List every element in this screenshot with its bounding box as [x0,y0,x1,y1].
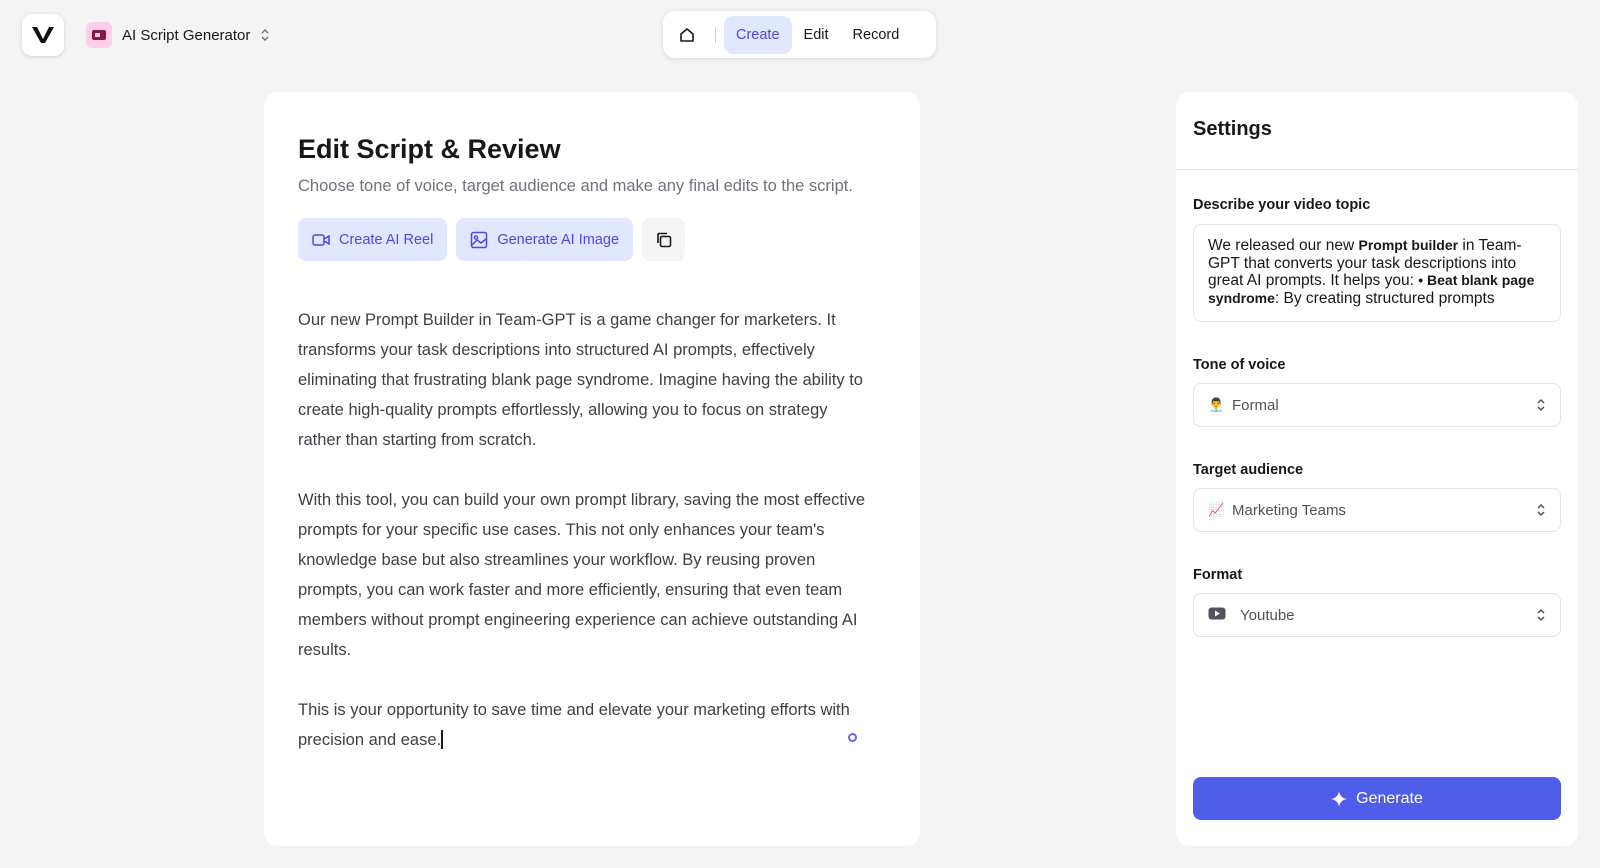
tab-record[interactable]: Record [841,16,912,54]
audience-label: Target audience [1193,462,1304,478]
home-button[interactable] [669,17,705,53]
format-select[interactable]: Youtube [1193,593,1561,637]
audience-select[interactable]: 📈 Marketing Teams [1193,488,1561,532]
settings-title: Settings [1176,92,1578,170]
create-ai-reel-button[interactable]: Create AI Reel [298,218,448,261]
generate-ai-image-button[interactable]: Generate AI Image [456,218,634,261]
youtube-icon [1208,607,1238,623]
tone-select[interactable]: 👨‍💼 Formal [1193,383,1561,427]
topic-text: We released our new [1208,237,1359,254]
audience-value: Marketing Teams [1232,501,1346,519]
topic-bold-text: Prompt builder [1358,237,1459,253]
generate-button[interactable]: Generate [1193,777,1561,820]
app-logo[interactable] [22,14,64,56]
tab-edit[interactable]: Edit [792,16,841,54]
app-title: AI Script Generator [122,26,251,44]
chevron-updown-icon [1537,503,1545,517]
page-title: Edit Script & Review [298,134,561,164]
script-paragraph: With this tool, you can build your own p… [298,491,866,659]
page-subtitle: Choose tone of voice, target audience an… [298,177,853,195]
video-app-icon [86,22,112,48]
generate-ai-image-label: Generate AI Image [497,231,620,248]
topic-label: Describe your video topic [1193,197,1371,213]
home-icon [680,27,694,42]
sparkle-icon [1331,790,1348,807]
tone-value: Formal [1232,396,1279,414]
tab-create[interactable]: Create [724,15,792,54]
copy-button[interactable] [642,218,686,261]
image-icon [471,231,488,248]
editor-actions: Create AI Reel Generate AI Image [298,218,686,261]
tone-label: Tone of voice [1193,357,1286,373]
format-value: Youtube [1240,606,1295,624]
script-text-editor[interactable]: Our new Prompt Builder in Team-GPT is a … [298,305,868,785]
nav-divider [715,26,716,43]
script-paragraph-text: This is your opportunity to save time an… [298,701,850,749]
script-editor-card: Edit Script & Review Choose tone of voic… [264,92,920,846]
video-camera-icon [312,233,330,246]
businessman-icon: 👨‍💼 [1208,397,1225,412]
chart-increasing-icon: 📈 [1208,502,1225,517]
script-paragraph: Our new Prompt Builder in Team-GPT is a … [298,311,863,449]
chevron-updown-icon [261,28,269,42]
video-topic-textarea[interactable]: We released our new Prompt builder in Te… [1193,224,1561,322]
create-ai-reel-label: Create AI Reel [339,231,434,248]
v-logo-icon [32,27,54,43]
topic-text: : By creating structured prompts [1274,289,1495,307]
chevron-updown-icon [1537,608,1545,622]
copy-icon [656,232,671,247]
text-caret [441,730,443,749]
app-switcher[interactable]: AI Script Generator [86,22,270,48]
chevron-updown-icon [1537,398,1545,412]
top-navigation: Create Edit Record [663,11,936,58]
script-paragraph: This is your opportunity to save time an… [298,695,868,755]
format-label: Format [1193,567,1243,583]
generate-label: Generate [1356,789,1423,807]
settings-panel: Settings Describe your video topic We re… [1176,92,1578,846]
add-block-handle[interactable] [848,733,857,742]
